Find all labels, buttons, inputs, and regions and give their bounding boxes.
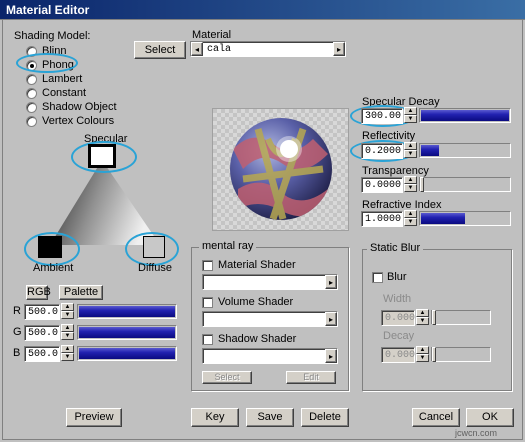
cancel-button[interactable]: Cancel	[412, 408, 460, 427]
decay-input[interactable]: 0.000	[381, 347, 415, 363]
material-next-arrow[interactable]: ▸	[333, 42, 345, 56]
width-slider[interactable]	[431, 310, 491, 325]
specular-decay-input[interactable]: 300.00	[361, 108, 403, 124]
r-slider[interactable]	[77, 304, 177, 319]
shading-option-label: Shadow Object	[42, 101, 117, 113]
preview-sphere	[213, 109, 348, 230]
transparency-slider[interactable]	[419, 177, 511, 192]
radio-constant[interactable]	[26, 88, 37, 99]
volume-shader-field[interactable]: ▸	[202, 311, 338, 327]
shading-model-label: Shading Model:	[14, 30, 91, 42]
r-value-input[interactable]: 500.0	[24, 304, 60, 320]
window-title: Material Editor	[6, 3, 90, 17]
material-shader-arrow[interactable]: ▸	[325, 275, 337, 289]
material-shader-field[interactable]: ▸	[202, 274, 338, 290]
key-button[interactable]: Key	[191, 408, 239, 427]
shading-option-label: Vertex Colours	[42, 115, 115, 127]
g-value-input[interactable]: 500.0	[24, 325, 60, 341]
reflectivity-slider[interactable]	[419, 143, 511, 158]
material-select-button[interactable]: Select	[134, 41, 186, 59]
b-value-input[interactable]: 500.0	[24, 346, 60, 362]
g-spinner[interactable]: ▲ ▼	[61, 324, 74, 341]
material-value: cala	[207, 44, 232, 55]
palette-button[interactable]: Palette	[59, 285, 103, 300]
diffuse-label: Diffuse	[138, 262, 173, 274]
ambient-label: Ambient	[33, 262, 74, 274]
rgb-button[interactable]: RGB	[26, 285, 51, 300]
material-label: Material	[192, 29, 232, 41]
material-prev-arrow[interactable]: ◂	[191, 42, 203, 56]
material-shader-checkbox[interactable]	[202, 260, 213, 271]
transparency-spinner[interactable]: ▲ ▼	[404, 176, 417, 193]
shadow-shader-checkbox[interactable]	[202, 334, 213, 345]
blur-checkbox[interactable]	[372, 272, 383, 283]
shading-option-label: Constant	[42, 87, 87, 99]
radio-lambert[interactable]	[26, 74, 37, 85]
transparency-input[interactable]: 0.0000	[361, 177, 403, 193]
refractive-index-slider[interactable]	[419, 211, 511, 226]
refractive-index-input[interactable]: 1.0000	[361, 211, 403, 227]
material-preview	[212, 108, 349, 231]
specular-decay-spinner[interactable]: ▲ ▼	[404, 107, 417, 124]
material-shader-label: Material Shader	[218, 259, 296, 271]
b-slider[interactable]	[77, 346, 177, 361]
specular-swatch[interactable]	[88, 144, 116, 168]
g-slider[interactable]	[77, 325, 177, 340]
volume-shader-label: Volume Shader	[218, 296, 294, 308]
static-blur-title: Static Blur	[367, 242, 424, 254]
decay-slider[interactable]	[431, 347, 491, 362]
blur-label: Blur	[387, 271, 407, 283]
width-input[interactable]: 0.000	[381, 310, 415, 326]
preview-button[interactable]: Preview	[66, 408, 122, 427]
radio-shadow-object[interactable]	[26, 102, 37, 113]
title-bar: Material Editor	[0, 0, 525, 20]
reflectivity-input[interactable]: 0.2000	[361, 143, 403, 159]
b-spinner[interactable]: ▲ ▼	[61, 345, 74, 362]
width-label: Width	[383, 293, 412, 305]
shadow-shader-label: Shadow Shader	[218, 333, 297, 345]
g-label: G	[13, 326, 22, 338]
watermark-text: jcwcn.com	[455, 428, 498, 438]
ambient-swatch[interactable]	[38, 236, 62, 258]
mental-ray-title: mental ray	[199, 240, 257, 252]
material-dropdown[interactable]: ◂ cala ▸	[190, 41, 346, 57]
shading-option-label: Lambert	[42, 73, 83, 85]
volume-shader-arrow[interactable]: ▸	[325, 312, 337, 326]
r-label: R	[13, 305, 21, 317]
mental-ray-edit-button[interactable]: Edit	[286, 371, 336, 384]
shadow-shader-arrow[interactable]: ▸	[325, 349, 337, 363]
specular-decay-slider[interactable]	[419, 108, 511, 123]
volume-shader-checkbox[interactable]	[202, 297, 213, 308]
decay-label: Decay	[383, 330, 415, 342]
radio-vertex-colours[interactable]	[26, 116, 37, 127]
refractive-index-spinner[interactable]: ▲ ▼	[404, 210, 417, 227]
diffuse-swatch[interactable]	[143, 236, 165, 258]
ok-button[interactable]: OK	[466, 408, 514, 427]
width-spinner[interactable]: ▲ ▼	[416, 309, 429, 326]
reflectivity-spinner[interactable]: ▲ ▼	[404, 142, 417, 159]
delete-button[interactable]: Delete	[301, 408, 349, 427]
shadow-shader-field[interactable]: ▸	[202, 348, 338, 364]
r-spinner[interactable]: ▲ ▼	[61, 303, 74, 320]
highlight-ellipse	[16, 53, 78, 73]
save-button[interactable]: Save	[246, 408, 294, 427]
mental-ray-select-button[interactable]: Select	[202, 371, 252, 384]
b-label: B	[13, 347, 21, 359]
transparency-label: Transparency	[362, 165, 429, 177]
refractive-index-label: Refractive Index	[362, 199, 442, 211]
decay-spinner[interactable]: ▲ ▼	[416, 346, 429, 363]
